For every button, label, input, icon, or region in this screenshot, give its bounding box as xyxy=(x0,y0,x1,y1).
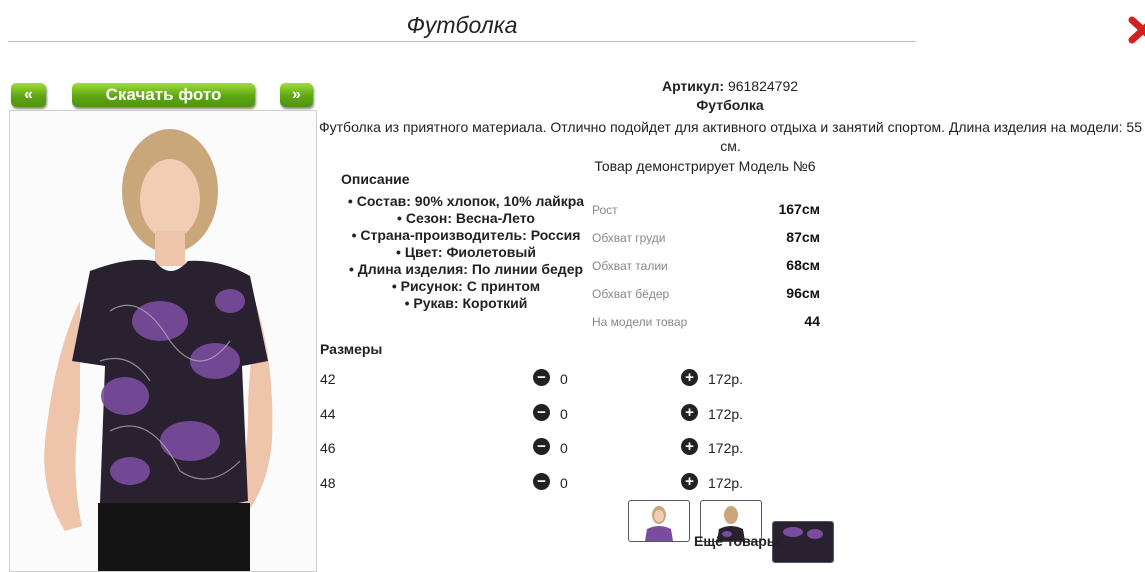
model-param-row: Обхват груди 87см xyxy=(592,229,820,245)
download-photo-button[interactable]: Скачать фото xyxy=(72,83,255,107)
model-demo-text: Товар демонстрирует Модель №6 xyxy=(594,158,816,174)
model-param-label: На модели товар xyxy=(592,315,688,329)
size-price: 172р. xyxy=(708,440,744,456)
plus-icon[interactable]: + xyxy=(681,404,698,421)
size-quantity: 0 xyxy=(560,406,568,422)
minus-icon[interactable]: − xyxy=(533,473,550,490)
page-title: Футболка xyxy=(8,10,916,42)
plus-icon[interactable]: + xyxy=(681,438,698,455)
size-label: 48 xyxy=(320,475,336,491)
model-param-label: Обхват груди xyxy=(592,231,666,245)
size-label: 42 xyxy=(320,371,336,387)
size-row: 46 − 0 + 172р. xyxy=(320,438,760,458)
plus-icon[interactable]: + xyxy=(681,473,698,490)
size-row: 48 − 0 + 172р. xyxy=(320,473,760,493)
model-param-row: На модели товар 44 xyxy=(592,313,820,329)
plus-icon[interactable]: + xyxy=(681,369,698,386)
size-label: 46 xyxy=(320,440,336,456)
size-label: 44 xyxy=(320,406,336,422)
spec-list: Состав: 90% хлопок, 10% лайкра Сезон: Ве… xyxy=(340,193,592,312)
size-row: 42 − 0 + 172р. xyxy=(320,369,760,389)
product-photo xyxy=(9,110,317,572)
spec-item: Рисунок: С принтом xyxy=(340,278,592,295)
model-param-label: Обхват бёдер xyxy=(592,287,670,301)
more-products-label: Ещё товары: xyxy=(694,533,784,549)
close-icon[interactable] xyxy=(1128,14,1145,44)
next-photo-button[interactable]: » xyxy=(280,83,313,107)
size-row: 44 − 0 + 172р. xyxy=(320,404,760,424)
spec-item: Сезон: Весна-Лето xyxy=(340,210,592,227)
model-param-value: 68см xyxy=(786,257,820,273)
product-name: Футболка xyxy=(696,97,764,113)
product-description: Футболка из приятного материала. Отлично… xyxy=(319,119,1142,154)
description-heading: Описание xyxy=(341,171,410,187)
model-param-label: Рост xyxy=(592,203,618,217)
spec-item: Длина изделия: По линии бедер xyxy=(340,261,592,278)
model-param-value: 96см xyxy=(786,285,820,301)
model-param-row: Обхват талии 68см xyxy=(592,257,820,273)
thumbnail[interactable] xyxy=(628,500,690,542)
spec-item: Состав: 90% хлопок, 10% лайкра xyxy=(340,193,592,210)
model-param-row: Обхват бёдер 96см xyxy=(592,285,820,301)
size-quantity: 0 xyxy=(560,475,568,491)
size-quantity: 0 xyxy=(560,440,568,456)
model-param-row: Рост 167см xyxy=(592,201,820,217)
spec-item: Страна-производитель: Россия xyxy=(340,227,592,244)
model-param-value: 167см xyxy=(778,201,820,217)
model-param-label: Обхват талии xyxy=(592,259,668,273)
size-price: 172р. xyxy=(708,371,744,387)
spec-item: Рукав: Короткий xyxy=(340,295,592,312)
minus-icon[interactable]: − xyxy=(533,369,550,386)
article-label: Артикул: xyxy=(661,78,725,94)
minus-icon[interactable]: − xyxy=(533,438,550,455)
prev-photo-button[interactable]: « xyxy=(11,83,46,107)
article-value: 961824792 xyxy=(727,78,799,94)
size-quantity: 0 xyxy=(560,371,568,387)
minus-icon[interactable]: − xyxy=(533,404,550,421)
size-price: 172р. xyxy=(708,475,744,491)
article-line: Артикул: 961824792 xyxy=(600,78,860,94)
sizes-heading: Размеры xyxy=(320,341,383,357)
size-price: 172р. xyxy=(708,406,744,422)
model-param-value: 44 xyxy=(804,313,820,329)
model-param-value: 87см xyxy=(786,229,820,245)
spec-item: Цвет: Фиолетовый xyxy=(340,244,592,261)
